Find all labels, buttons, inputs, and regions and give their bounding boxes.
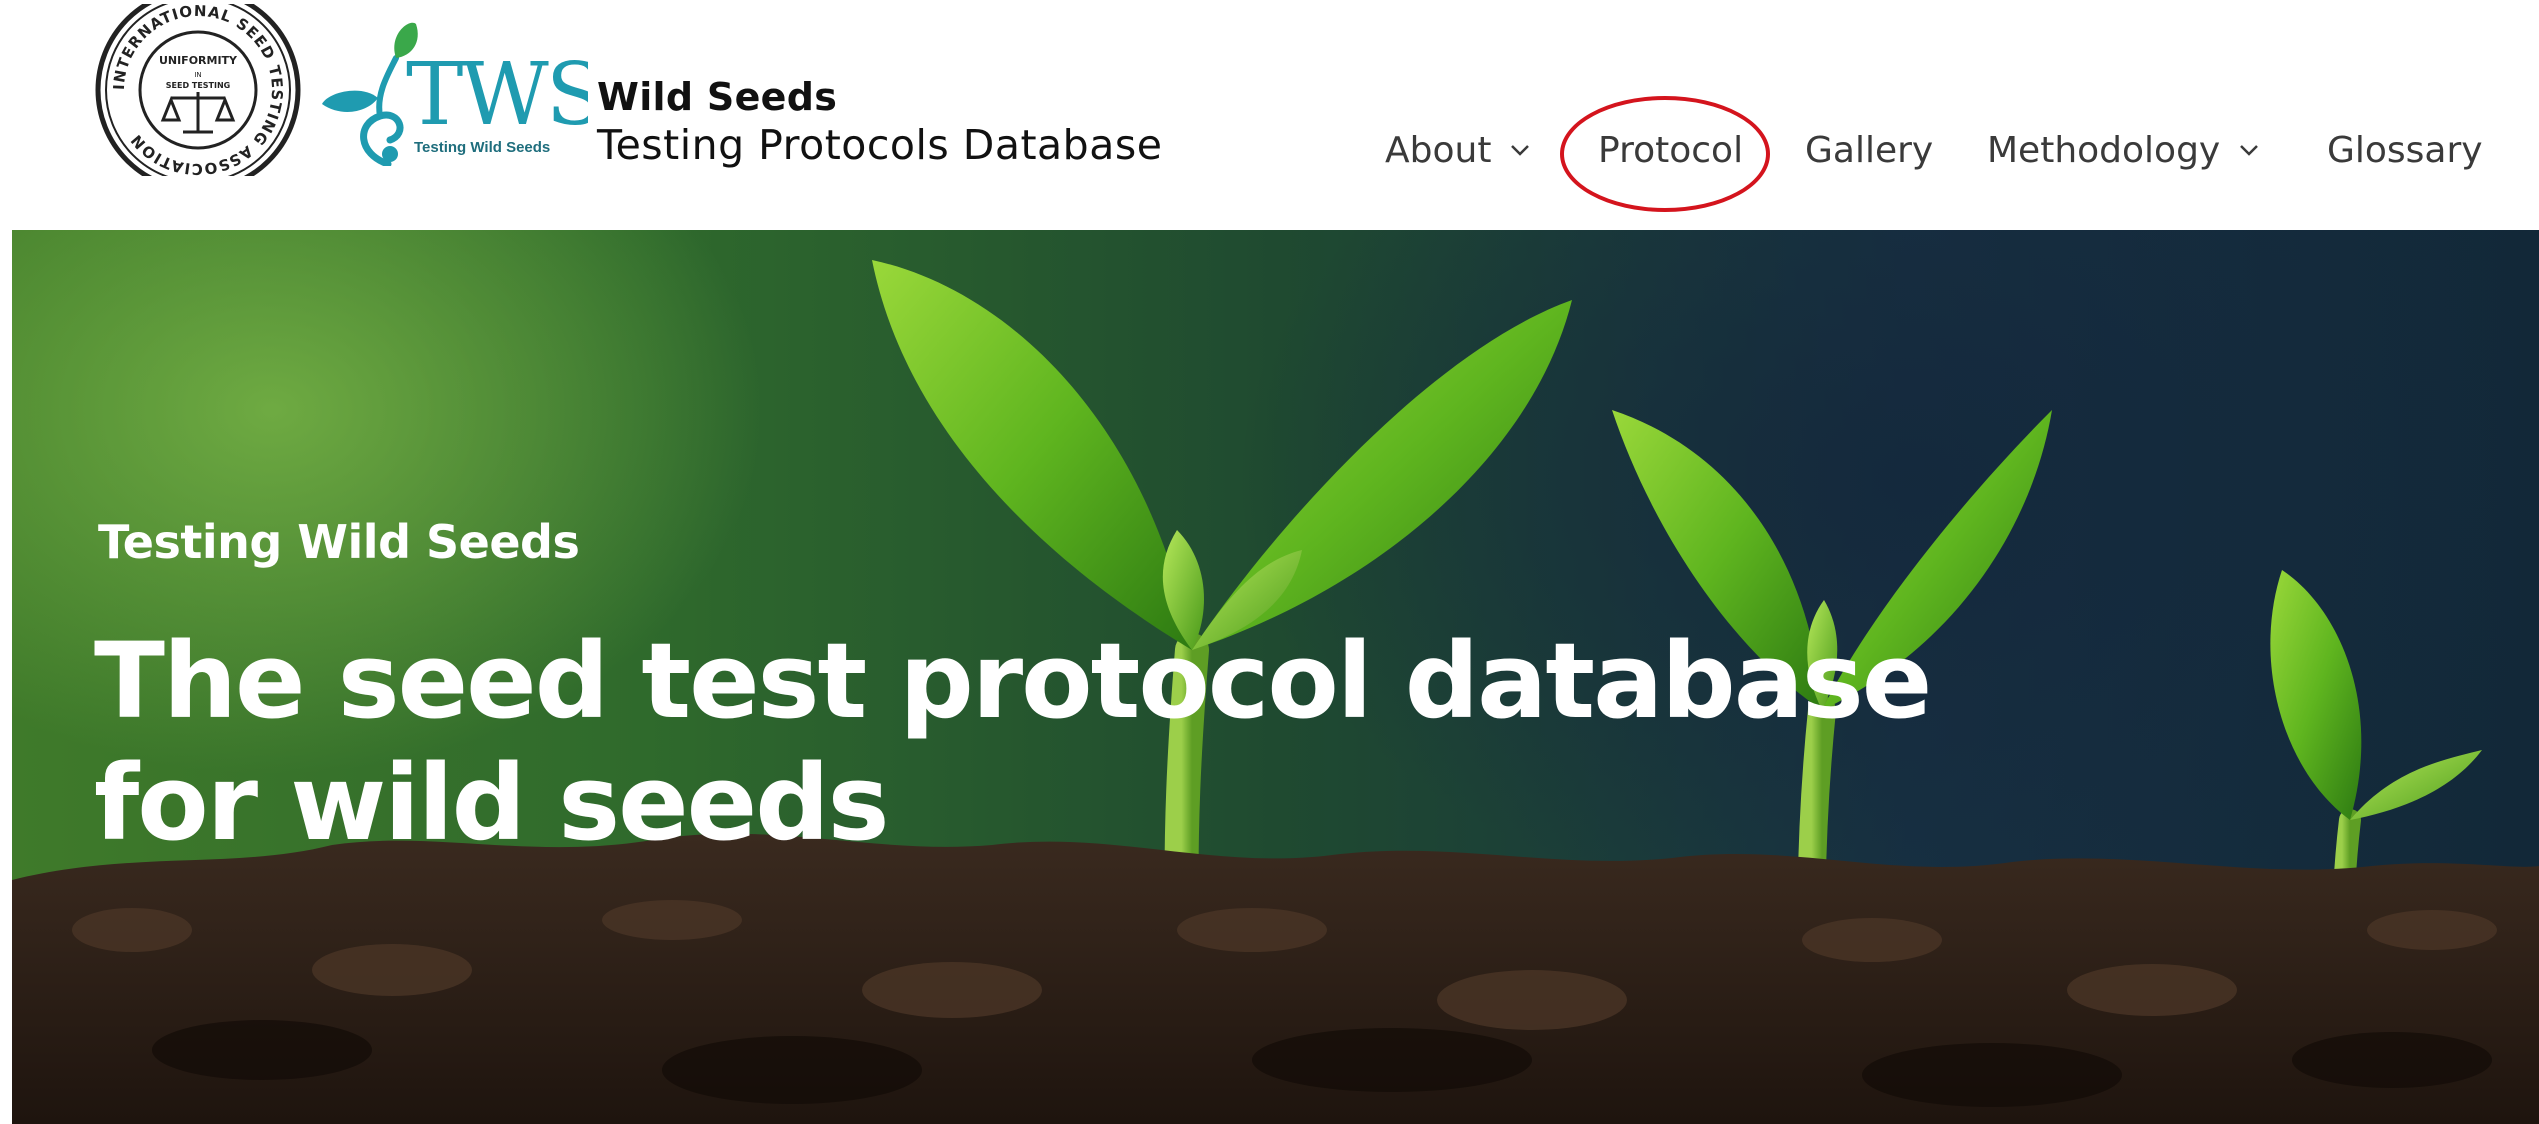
ista-seal-logo[interactable]: INTERNATIONAL SEED TESTING ASSOCIATION U… bbox=[95, 0, 301, 193]
sprout-icon bbox=[322, 22, 418, 168]
nav-item-label: Gallery bbox=[1805, 129, 1934, 171]
hero-eyebrow: Testing Wild Seeds bbox=[98, 515, 580, 569]
seal-word-seedtesting: SEED TESTING bbox=[166, 81, 231, 90]
site-header: INTERNATIONAL SEED TESTING ASSOCIATION U… bbox=[0, 0, 2539, 230]
nav-item-label: Methodology bbox=[1987, 129, 2221, 171]
brand-text[interactable]: Wild Seeds Testing Protocols Database bbox=[597, 74, 1162, 170]
tws-logo[interactable]: TWS Testing Wild Seeds bbox=[318, 14, 605, 168]
nav-item-about[interactable]: About bbox=[1385, 130, 1531, 171]
nav-item-glossary[interactable]: Glossary bbox=[2327, 130, 2483, 171]
seal-word-uniformity: UNIFORMITY bbox=[159, 54, 238, 67]
hero-headline: The seed test protocol database for wild… bbox=[94, 620, 1932, 864]
brand-subtitle[interactable]: Testing Protocols Database bbox=[597, 120, 1162, 170]
chevron-down-icon bbox=[1511, 145, 1530, 156]
hero-banner: Testing Wild Seeds The seed test protoco… bbox=[12, 230, 2539, 1124]
nav-item-methodology[interactable]: Methodology bbox=[1987, 130, 2260, 171]
nav-item-label: Glossary bbox=[2327, 129, 2483, 171]
nav-item-label: About bbox=[1385, 129, 1492, 171]
hero-headline-line1: The seed test protocol database bbox=[94, 620, 1932, 742]
brand-title[interactable]: Wild Seeds bbox=[597, 74, 1162, 120]
tws-caption: Testing Wild Seeds bbox=[414, 139, 550, 156]
soil-ground bbox=[12, 833, 2539, 1124]
nav-item-label: Protocol bbox=[1598, 129, 1744, 171]
hero-headline-line2: for wild seeds bbox=[94, 742, 890, 864]
tws-letters: TWS bbox=[406, 45, 588, 145]
chevron-down-icon bbox=[2240, 145, 2259, 156]
nav-item-protocol[interactable]: Protocol bbox=[1598, 130, 1743, 171]
seal-word-in: IN bbox=[194, 71, 201, 79]
nav-item-gallery[interactable]: Gallery bbox=[1805, 130, 1933, 171]
